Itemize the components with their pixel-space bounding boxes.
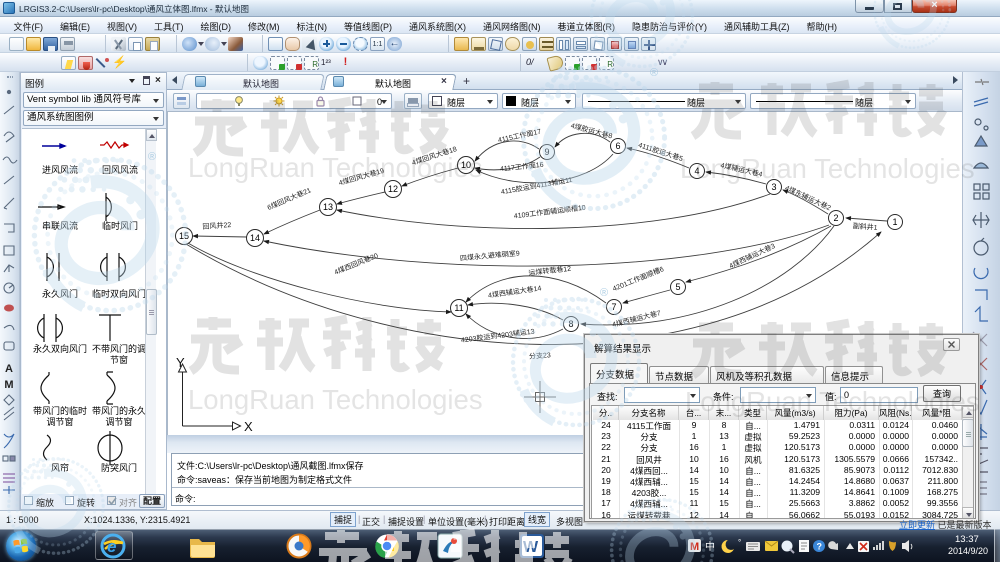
svg-text:4203胶运到4203辅运13: 4203胶运到4203辅运13 — [460, 327, 535, 345]
svg-text:?: ? — [817, 542, 823, 552]
svg-text:14: 14 — [250, 233, 260, 243]
svg-text:15: 15 — [179, 231, 189, 241]
svg-text:副斜井1: 副斜井1 — [852, 221, 878, 232]
svg-text:4煤回风大巷19: 4煤回风大巷19 — [338, 166, 385, 188]
svg-text:分支23: 分支23 — [529, 350, 551, 361]
svg-text:5: 5 — [675, 282, 680, 292]
svg-text:6煤回风大巷21: 6煤回风大巷21 — [266, 185, 313, 212]
svg-text:8: 8 — [568, 319, 573, 329]
svg-text:4201工作面顺槽6: 4201工作面顺槽6 — [611, 264, 665, 293]
svg-text:4115工作面17: 4115工作面17 — [497, 127, 542, 145]
svg-text:中: 中 — [705, 540, 715, 553]
svg-text:1: 1 — [892, 217, 897, 227]
svg-text:4111胶运大巷5: 4111胶运大巷5 — [637, 140, 684, 163]
svg-text:M: M — [690, 541, 699, 553]
svg-text:11: 11 — [454, 303, 463, 313]
svg-text:2: 2 — [833, 213, 838, 223]
svg-text:4117工作面16: 4117工作面16 — [499, 160, 544, 174]
svg-text:9: 9 — [544, 147, 549, 157]
svg-text:3: 3 — [771, 182, 776, 192]
svg-text:12: 12 — [388, 184, 398, 194]
svg-text:10: 10 — [461, 160, 471, 170]
svg-text:Y: Y — [176, 355, 185, 370]
svg-text:4煤东辅运大巷2: 4煤东辅运大巷2 — [784, 183, 833, 212]
svg-text:4: 4 — [694, 166, 699, 176]
svg-text:e: e — [107, 537, 116, 556]
svg-text:°: ° — [738, 538, 741, 547]
svg-text:4115胶运到4113辅运11: 4115胶运到4113辅运11 — [500, 175, 573, 196]
svg-text:A: A — [5, 363, 13, 375]
svg-text:4煤西辅运大巷14: 4煤西辅运大巷14 — [487, 283, 542, 299]
svg-text:4109工作面辅运顺槽10: 4109工作面辅运顺槽10 — [513, 203, 586, 221]
svg-text:4煤辅运大巷4: 4煤辅运大巷4 — [720, 160, 764, 178]
svg-text:7: 7 — [611, 302, 616, 312]
svg-text:W: W — [523, 539, 539, 556]
svg-text:4煤西回风巷20: 4煤西回风巷20 — [333, 251, 380, 277]
svg-text:13: 13 — [323, 202, 333, 212]
svg-text:X: X — [244, 419, 253, 434]
svg-text:6: 6 — [615, 141, 620, 151]
svg-text:四煤永久避难硐室9: 四煤永久避难硐室9 — [460, 248, 521, 262]
svg-text:4煤回风大巷18: 4煤回风大巷18 — [411, 144, 458, 167]
svg-text:M: M — [4, 379, 13, 391]
svg-text:4煤胶运大巷8: 4煤胶运大巷8 — [570, 121, 614, 141]
svg-text:回风井22: 回风井22 — [202, 220, 231, 231]
